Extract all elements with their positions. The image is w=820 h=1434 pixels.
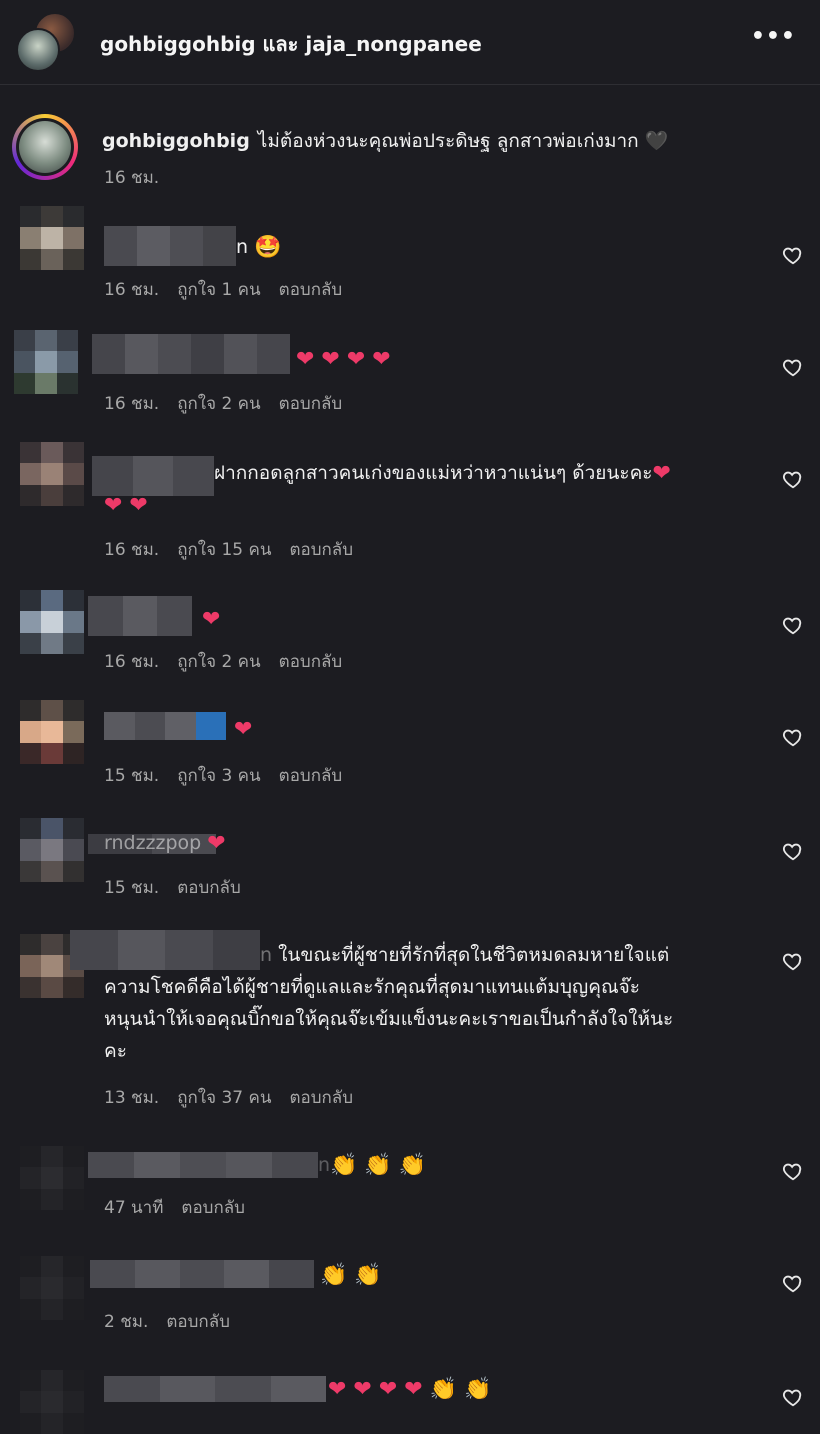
avatar[interactable] [20,590,84,654]
comment-text-cont: หนุนนำให้เจอคุณบิ๊กขอให้คุณจ๊ะเข้มแข็งนะ… [104,1008,674,1030]
comment-meta: 16 ชม. ถูกใจ 1 คน ตอบกลับ [104,276,360,303]
comment-likes[interactable]: ถูกใจ 1 คน [177,280,260,300]
blurred-username[interactable] [104,712,226,740]
comment-item: n 🤩 16 ชม. ถูกใจ 1 คน ตอบกลับ [0,206,820,306]
comment-text: n👏 👏 👏 [318,1152,427,1178]
comment-item: ❤ 16 ชม. ถูกใจ 2 คน ตอบกลับ [0,590,820,690]
comment-item: n ในขณะที่ผู้ชายที่รักที่สุดในชีวิตหมดลม… [0,930,820,1120]
heart-outline-icon[interactable] [782,244,804,266]
comment-item: n👏 👏 👏 47 นาที ตอบกลับ [0,1142,820,1242]
comment-text: n ในขณะที่ผู้ชายที่รักที่สุดในชีวิตหมดลม… [260,944,670,966]
comment-time: 2 ชม. [104,1312,149,1332]
blurred-username[interactable] [92,334,290,374]
comment-meta: 13 ชม. ถูกใจ 37 คน ตอบกลับ [104,1084,371,1111]
comment-likes[interactable]: ถูกใจ 37 คน [177,1088,271,1108]
caption-body: ไม่ต้องห่วงนะคุณพ่อประดิษฐ ลูกสาวพ่อเก่ง… [257,130,639,152]
reply-button[interactable]: ตอบกลับ [289,540,353,560]
comment-time: 13 ชม. [104,1088,160,1108]
comment-likes[interactable]: ถูกใจ 15 คน [177,540,271,560]
comment-likes[interactable]: ถูกใจ 3 คน [177,766,260,786]
avatar[interactable] [20,1370,84,1434]
comment-meta: 47 นาที ตอบกลับ [104,1194,263,1221]
caption-emoji: 🖤 [644,130,669,152]
heart-outline-icon[interactable] [782,1386,804,1408]
post-authors[interactable]: gohbiggohbig และ jaja_nongpanee [100,28,482,60]
comment-likes[interactable]: ถูกใจ 2 คน [177,394,260,414]
blurred-username[interactable] [88,596,193,636]
comment-text-cont: คะ [104,1040,127,1062]
comment-text: 👏 👏 [320,1262,382,1288]
comment-meta: 15 ชม. ถูกใจ 3 คน ตอบกลับ [104,762,360,789]
heart-outline-icon[interactable] [782,840,804,862]
comment-item: rndzzzpop ❤ 15 ชม. ตอบกลับ [0,814,820,914]
avatar[interactable] [20,442,84,506]
avatar[interactable] [20,700,84,764]
avatar[interactable] [19,121,71,173]
comment-time: 16 ชม. [104,280,160,300]
comment-text: ❤ ❤ ❤ ❤ 👏 👏 [328,1376,492,1402]
reply-button[interactable]: ตอบกลับ [279,280,343,300]
comment-time: 16 ชม. [104,394,160,414]
reply-button[interactable]: ตอบกลับ [166,1312,230,1332]
caption-time: 16 ชม. [104,168,160,188]
comment-item: 👏 👏 2 ชม. ตอบกลับ [0,1252,820,1352]
comment-time: 16 ชม. [104,540,160,560]
comment-time: 47 นาที [104,1198,164,1218]
comment-time: 16 ชม. [104,652,160,672]
comment-time: 15 ชม. [104,766,160,786]
comment-text-cont: ความโชคดีคือได้ผู้ชายที่ดูแลและรักคุณที่… [104,976,640,998]
heart-outline-icon[interactable] [782,614,804,636]
reply-button[interactable]: ตอบกลับ [181,1198,245,1218]
post-caption: gohbiggohbig ไม่ต้องห่วงนะคุณพ่อประดิษฐ ล… [0,100,820,200]
comment-meta: 16 ชม. ถูกใจ 2 คน ตอบกลับ [104,648,360,675]
comment-meta: 16 ชม. ถูกใจ 15 คน ตอบกลับ [104,536,371,563]
collab-avatars[interactable] [16,12,76,72]
reply-button[interactable]: ตอบกลับ [279,766,343,786]
heart-outline-icon[interactable] [782,356,804,378]
more-horizontal-icon[interactable]: ••• [751,24,796,49]
heart-outline-icon[interactable] [782,1160,804,1182]
avatar[interactable] [20,1256,84,1320]
comment-text: ❤ ❤ ❤ ❤ [296,346,391,372]
comment-meta: 16 ชม. ถูกใจ 2 คน ตอบกลับ [104,390,360,417]
blurred-username[interactable] [90,1260,314,1288]
reply-button[interactable]: ตอบกลับ [279,394,343,414]
blurred-username[interactable] [88,1152,318,1178]
caption-text: gohbiggohbig ไม่ต้องห่วงนะคุณพ่อประดิษฐ ล… [102,126,668,156]
reply-button[interactable]: ตอบกลับ [177,878,241,898]
comment-item: ❤ ❤ ❤ ❤ 👏 👏 [0,1366,820,1434]
comment-text: n 🤩 [236,234,282,260]
post-header: gohbiggohbig และ jaja_nongpanee ••• [0,0,820,85]
comment-text: ❤ [202,606,221,632]
avatar[interactable] [20,1146,84,1210]
comment-item: ❤ 15 ชม. ถูกใจ 3 คน ตอบกลับ [0,696,820,796]
avatar[interactable] [14,330,78,394]
comment-meta: 15 ชม. ตอบกลับ [104,874,259,901]
blurred-username[interactable] [70,930,260,970]
comment-text-cont: ❤ ❤ [104,492,148,518]
comment-meta: 2 ชม. ตอบกลับ [104,1308,248,1335]
story-ring-avatar[interactable] [12,114,78,180]
caption-username[interactable]: gohbiggohbig [102,130,250,152]
avatar[interactable] [20,818,84,882]
heart-outline-icon[interactable] [782,1272,804,1294]
comment-likes[interactable]: ถูกใจ 2 คน [177,652,260,672]
comment-item: ❤ ❤ ❤ ❤ 16 ชม. ถูกใจ 2 คน ตอบกลับ [0,326,820,426]
reply-button[interactable]: ตอบกลับ [289,1088,353,1108]
reply-button[interactable]: ตอบกลับ [279,652,343,672]
comment-text: ฝากกอดลูกสาวคนเก่งของแม่หว่าหวาแน่นๆ ด้ว… [214,460,671,486]
comment-text: rndzzzpop ❤ [104,830,226,856]
heart-outline-icon[interactable] [782,950,804,972]
blurred-username[interactable] [104,226,236,266]
avatar[interactable] [20,206,84,270]
avatar[interactable] [16,28,60,72]
blurred-username[interactable] [104,1376,326,1402]
heart-outline-icon[interactable] [782,726,804,748]
comment-item: ฝากกอดลูกสาวคนเก่งของแม่หว่าหวาแน่นๆ ด้ว… [0,440,820,570]
heart-outline-icon[interactable] [782,468,804,490]
comment-time: 15 ชม. [104,878,160,898]
comment-text: ❤ [234,716,253,742]
